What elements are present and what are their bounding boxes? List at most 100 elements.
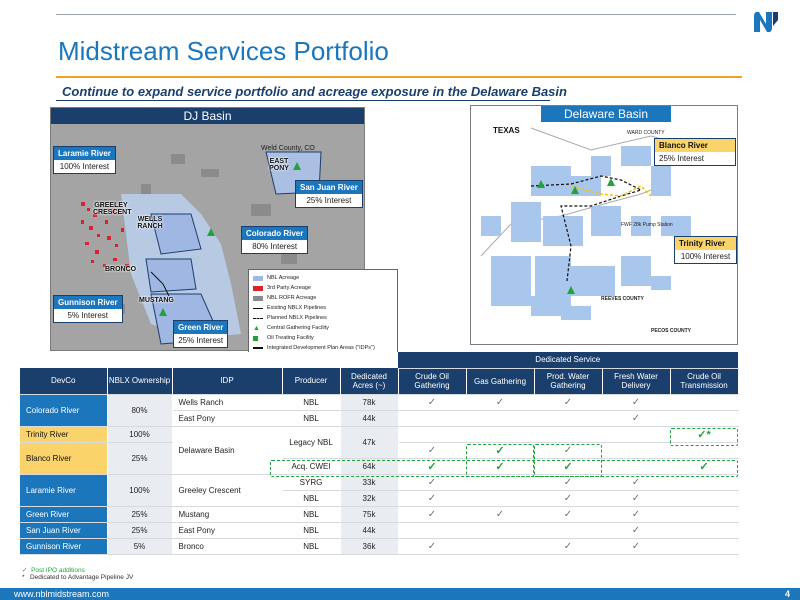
check-icon: ✓ bbox=[602, 474, 671, 491]
producer-cell: NBL bbox=[282, 522, 341, 539]
legend-item: Oil Treating Facility bbox=[253, 333, 393, 343]
footer-url[interactable]: www.nblmidstream.com bbox=[14, 589, 109, 599]
check-icon: ✓ bbox=[398, 474, 467, 491]
company-logo bbox=[754, 11, 778, 33]
devco-cell: San Juan River bbox=[20, 522, 108, 539]
acres-cell: 64k bbox=[340, 458, 399, 475]
check-icon: ✓ bbox=[534, 442, 603, 459]
acres-cell: 75k bbox=[340, 506, 399, 523]
table-row: San Juan River 25% East Pony NBL 44k ✓ bbox=[20, 522, 739, 539]
callout-interest: 25% Interest bbox=[659, 154, 704, 163]
acres-cell: 32k bbox=[340, 490, 399, 507]
callout-gunnison-river: Gunnison River 5% Interest bbox=[53, 295, 123, 323]
devco-cell: Gunnison River bbox=[20, 538, 108, 555]
callout-interest: 80% Interest bbox=[252, 242, 298, 251]
pecos-county-label: PECOS COUNTY bbox=[651, 328, 692, 334]
devco-cell: Green River bbox=[20, 506, 108, 523]
callout-title: Gunnison River bbox=[54, 296, 122, 309]
idp-cell: Wells Ranch bbox=[172, 394, 283, 411]
check-icon: ✓ bbox=[534, 394, 603, 411]
producer-cell: NBL bbox=[282, 410, 341, 427]
table-row: Colorado River 80% Wells Ranch NBL 78k ✓… bbox=[20, 394, 739, 427]
callout-green-river: Green River 25% Interest bbox=[173, 320, 229, 348]
idp-cell: Greeley Crescent bbox=[172, 474, 283, 507]
col-header: DevCo bbox=[20, 368, 108, 395]
dj-map-legend: NBL Acreage 3rd Party Acreage NBL ROFR A… bbox=[248, 269, 398, 355]
producer-cell: Legacy NBL bbox=[282, 426, 341, 459]
check-icon: ✓ bbox=[398, 394, 467, 411]
col-header: Dedicated Acres (~) bbox=[340, 368, 399, 395]
check-icon: ✓ bbox=[602, 490, 671, 507]
ownership-cell: 100% bbox=[107, 474, 173, 507]
check-icon: ✓ bbox=[534, 490, 603, 507]
callout-title: Trinity River bbox=[675, 237, 736, 250]
devco-cell: Laramie River bbox=[20, 474, 108, 507]
col-header: Fresh Water Delivery bbox=[602, 368, 671, 395]
idp-cell: Bronco bbox=[172, 538, 283, 555]
col-header: Producer bbox=[282, 368, 341, 395]
dj-map-title: DJ Basin bbox=[51, 108, 364, 124]
footer-bar: www.nblmidstream.com 4 bbox=[0, 588, 800, 600]
ward-county-label: WARD COUNTY bbox=[627, 130, 665, 136]
legend-item: 3rd Party Acreage bbox=[253, 283, 393, 293]
acres-cell: 36k bbox=[340, 538, 399, 555]
callout-interest: 5% Interest bbox=[67, 311, 109, 320]
ownership-cell: 25% bbox=[107, 522, 173, 539]
devco-cell: Blanco River bbox=[20, 442, 108, 475]
dedicated-service-header: Dedicated Service bbox=[398, 352, 739, 369]
callout-title: Blanco River bbox=[655, 139, 735, 152]
check-icon: ✓ bbox=[398, 506, 467, 523]
delaware-basin-map: Delaware Basin TEXAS WARD COUNTY REEVES … bbox=[470, 105, 738, 345]
legend-item: ▲ Central Gathering Facility bbox=[253, 324, 330, 332]
col-header: IDP bbox=[172, 368, 283, 395]
table-row: Laramie River 100% Greeley Crescent SYRG… bbox=[20, 474, 739, 507]
reeves-county-label: REEVES COUNTY bbox=[601, 296, 644, 302]
idp-cell: Delaware Basin bbox=[172, 426, 283, 475]
col-header: Crude Oil Gathering bbox=[398, 368, 467, 395]
ownership-cell: 25% bbox=[107, 506, 173, 523]
ownership-cell: 80% bbox=[107, 394, 173, 427]
table-row: Green River 25% Mustang NBL 75k ✓ ✓ ✓ ✓ bbox=[20, 506, 739, 523]
pump-station-label: FWF 28k Pump Station bbox=[621, 222, 673, 228]
area-label-bronco: BRONCO bbox=[105, 266, 137, 273]
col-header: Prod. Water Gathering bbox=[534, 368, 603, 395]
devco-table: Dedicated Service DevCo NBLX Ownership I… bbox=[20, 352, 739, 555]
producer-cell: NBL bbox=[282, 506, 341, 523]
check-icon: ✓ bbox=[670, 458, 739, 475]
title-underline bbox=[56, 76, 742, 78]
col-header: Gas Gathering bbox=[466, 368, 535, 395]
check-icon: ✓ bbox=[398, 538, 467, 555]
ownership-cell: 5% bbox=[107, 538, 173, 555]
producer-cell: SYRG bbox=[282, 474, 341, 491]
acres-cell: 33k bbox=[340, 474, 399, 491]
callout-title: Colorado River bbox=[242, 227, 308, 240]
page-title: Midstream Services Portfolio bbox=[58, 36, 389, 66]
texas-label: TEXAS bbox=[493, 126, 520, 135]
check-icon: ✓ bbox=[466, 442, 535, 459]
check-icon: ✓ bbox=[602, 410, 671, 427]
check-icon: ✓ bbox=[602, 506, 671, 523]
legend-item: NBL ROFR Acreage bbox=[253, 293, 393, 303]
page-number: 4 bbox=[784, 589, 790, 599]
footnotes: ✓ Post IPO additions * Dedicated to Adva… bbox=[22, 566, 133, 582]
callout-san-juan-river: San Juan River 25% Interest bbox=[295, 180, 363, 208]
callout-interest: 25% Interest bbox=[306, 196, 352, 205]
footnote-star: * Dedicated to Advantage Pipeline JV bbox=[22, 574, 134, 581]
table-row: Trinity River 100% Delaware Basin Legacy… bbox=[20, 426, 739, 475]
area-label-mustang: MUSTANG bbox=[139, 297, 174, 304]
check-icon: ✓ bbox=[398, 490, 467, 507]
subtitle-underline bbox=[56, 100, 550, 101]
delaware-map-title: Delaware Basin bbox=[541, 106, 671, 122]
check-icon: ✓ bbox=[398, 442, 467, 459]
callout-laramie-river: Laramie River 100% Interest bbox=[53, 146, 116, 174]
col-header: NBLX Ownership bbox=[107, 368, 173, 395]
callout-interest: 100% Interest bbox=[680, 252, 731, 261]
area-label-wells-ranch: WELLS RANCH bbox=[137, 216, 163, 230]
check-icon: ✓ bbox=[466, 458, 535, 475]
producer-cell: Acq. CWEI bbox=[282, 458, 341, 475]
check-icon: ✓ bbox=[534, 458, 603, 475]
table-header-row: DevCo NBLX Ownership IDP Producer Dedica… bbox=[20, 368, 739, 395]
weld-county-label: Weld County, CO bbox=[261, 145, 315, 152]
check-icon: ✓ bbox=[534, 538, 603, 555]
legend-item: NBL Acreage bbox=[253, 273, 393, 283]
